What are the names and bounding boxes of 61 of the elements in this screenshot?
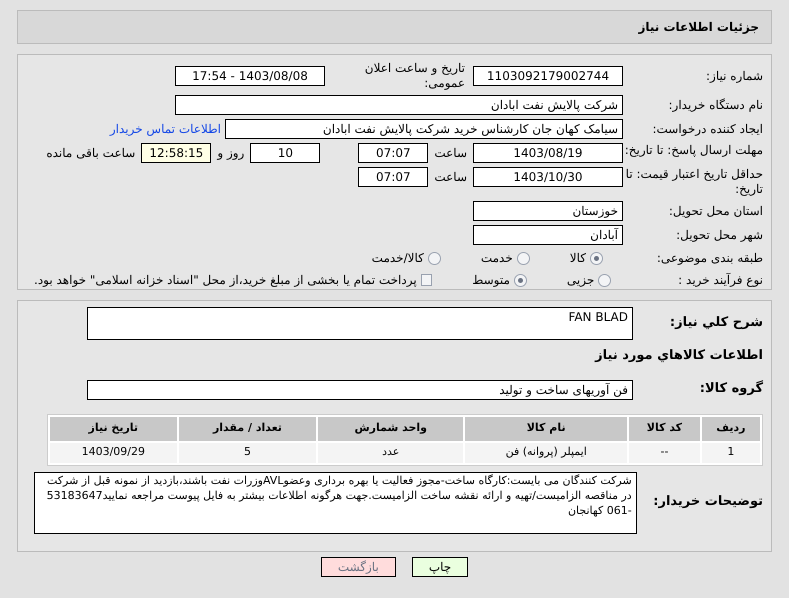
field-label: طبقه بندی موضوعی: — [656, 250, 763, 266]
back-button[interactable]: بازگشت — [320, 557, 396, 577]
table-cell: 1403/09/29 — [50, 442, 177, 462]
table-cell: 5 — [178, 442, 316, 462]
field-label: ساعت — [434, 146, 467, 161]
text-field[interactable]: 10 — [250, 143, 320, 163]
field-label: نوع فرآیند خرید : — [677, 272, 763, 288]
text-field[interactable]: 1403/10/30 — [473, 167, 623, 187]
field-label: ساعت باقی مانده — [46, 146, 136, 161]
table-cell: -- — [629, 442, 700, 462]
radio-button[interactable] — [514, 274, 527, 286]
column-header: تعداد / مقدار — [178, 416, 316, 440]
text-field[interactable]: 07:07 — [358, 167, 428, 187]
table-cell: 1 — [702, 442, 760, 462]
summary-textarea[interactable]: FAN BLAD — [87, 307, 633, 340]
countdown-field: 12:58:15 — [141, 143, 212, 163]
field-label: مهلت ارسال پاسخ: تا تاریخ: — [624, 143, 763, 158]
text-field[interactable]: 07:07 — [358, 143, 428, 163]
checkbox-label: پرداخت تمام یا بخشی از مبلغ خرید،از محل "اسناد خزانه اسلامی" خواهد بود. — [34, 272, 417, 289]
column-header: نام کالا — [465, 416, 628, 440]
text-field[interactable]: 1403/08/08 - 17:54 — [175, 66, 325, 86]
field-label: تاریخ و ساعت اعلان عمومی: — [364, 61, 465, 91]
radio-button[interactable] — [590, 252, 603, 264]
column-header: کد کالا — [629, 416, 700, 440]
radio-label: خدمت — [480, 250, 513, 267]
radio-label: کالا — [570, 250, 586, 267]
field-label: حداقل تاریخ اعتبار قیمت: تا تاریخ: — [624, 167, 763, 197]
radio-label: متوسط — [472, 272, 510, 289]
radio-button[interactable] — [598, 274, 612, 286]
field-label: استان محل تحویل: — [668, 204, 763, 218]
field-label: نام دستگاه خریدار: — [668, 98, 763, 112]
checkbox[interactable] — [420, 274, 432, 286]
column-header: ردیف — [702, 416, 760, 440]
text-field[interactable]: 1103092179002744 — [473, 66, 623, 86]
text-field[interactable]: شرکت پالایش نفت ابادان — [175, 95, 623, 115]
section-title: اطلاعات کالاهاي مورد نیاز — [594, 347, 763, 365]
field-label: شرح کلي نیاز: — [668, 315, 763, 332]
print-button[interactable]: چاپ — [412, 557, 468, 577]
text-field[interactable]: آبادان — [473, 225, 623, 245]
radio-button[interactable] — [516, 252, 530, 264]
text-field[interactable]: سیامک کهان جان کارشناس خرید شرکت پالایش نفت ابادان — [225, 119, 623, 139]
field-label: ساعت — [434, 170, 467, 185]
field-label: شهر محل تحویل: — [675, 228, 763, 242]
text-field[interactable]: فن آوریهای ساخت و تولید — [87, 380, 633, 400]
radio-label: کالا/خدمت — [372, 250, 424, 267]
field-label: گروه کالا: — [698, 381, 763, 398]
column-header: تاریخ نیاز — [50, 416, 177, 440]
table-cell: عدد — [318, 442, 464, 462]
text-field[interactable]: خوزستان — [473, 201, 623, 221]
table-cell: ایمپلر (پروانه) فن — [465, 442, 628, 462]
field-label: روز و — [217, 146, 244, 161]
column-header: واحد شمارش — [318, 416, 464, 440]
buyer-contact-link[interactable]: اطلاعات تماس خریدار — [110, 120, 221, 138]
field-label: توضیحات خریدار: — [652, 494, 763, 511]
field-label: ایجاد کننده درخواست: — [651, 122, 763, 136]
radio-label: جزیی — [566, 272, 594, 289]
notes-textarea[interactable]: شرکت کنندگان می بایست:کارگاه ساخت-مجوز فعالیت یا بهره برداری وعضوAVLوزرات نفت باشند،بازدید از نمونه قبل از شرکت در مناقصه الزامیست/تهیه و ارائه نقشه ساخت الزامیست.جهت هرگونه اطلاعات بیشتر به فایل پیوست مراجعه نمایید53183647 -061 کهانجان — [34, 472, 637, 534]
text-field[interactable]: 1403/08/19 — [473, 143, 623, 163]
radio-button[interactable] — [428, 252, 441, 264]
field-label: شماره نیاز: — [705, 68, 763, 84]
page-header: جزئیات اطلاعات نیاز — [17, 10, 772, 44]
